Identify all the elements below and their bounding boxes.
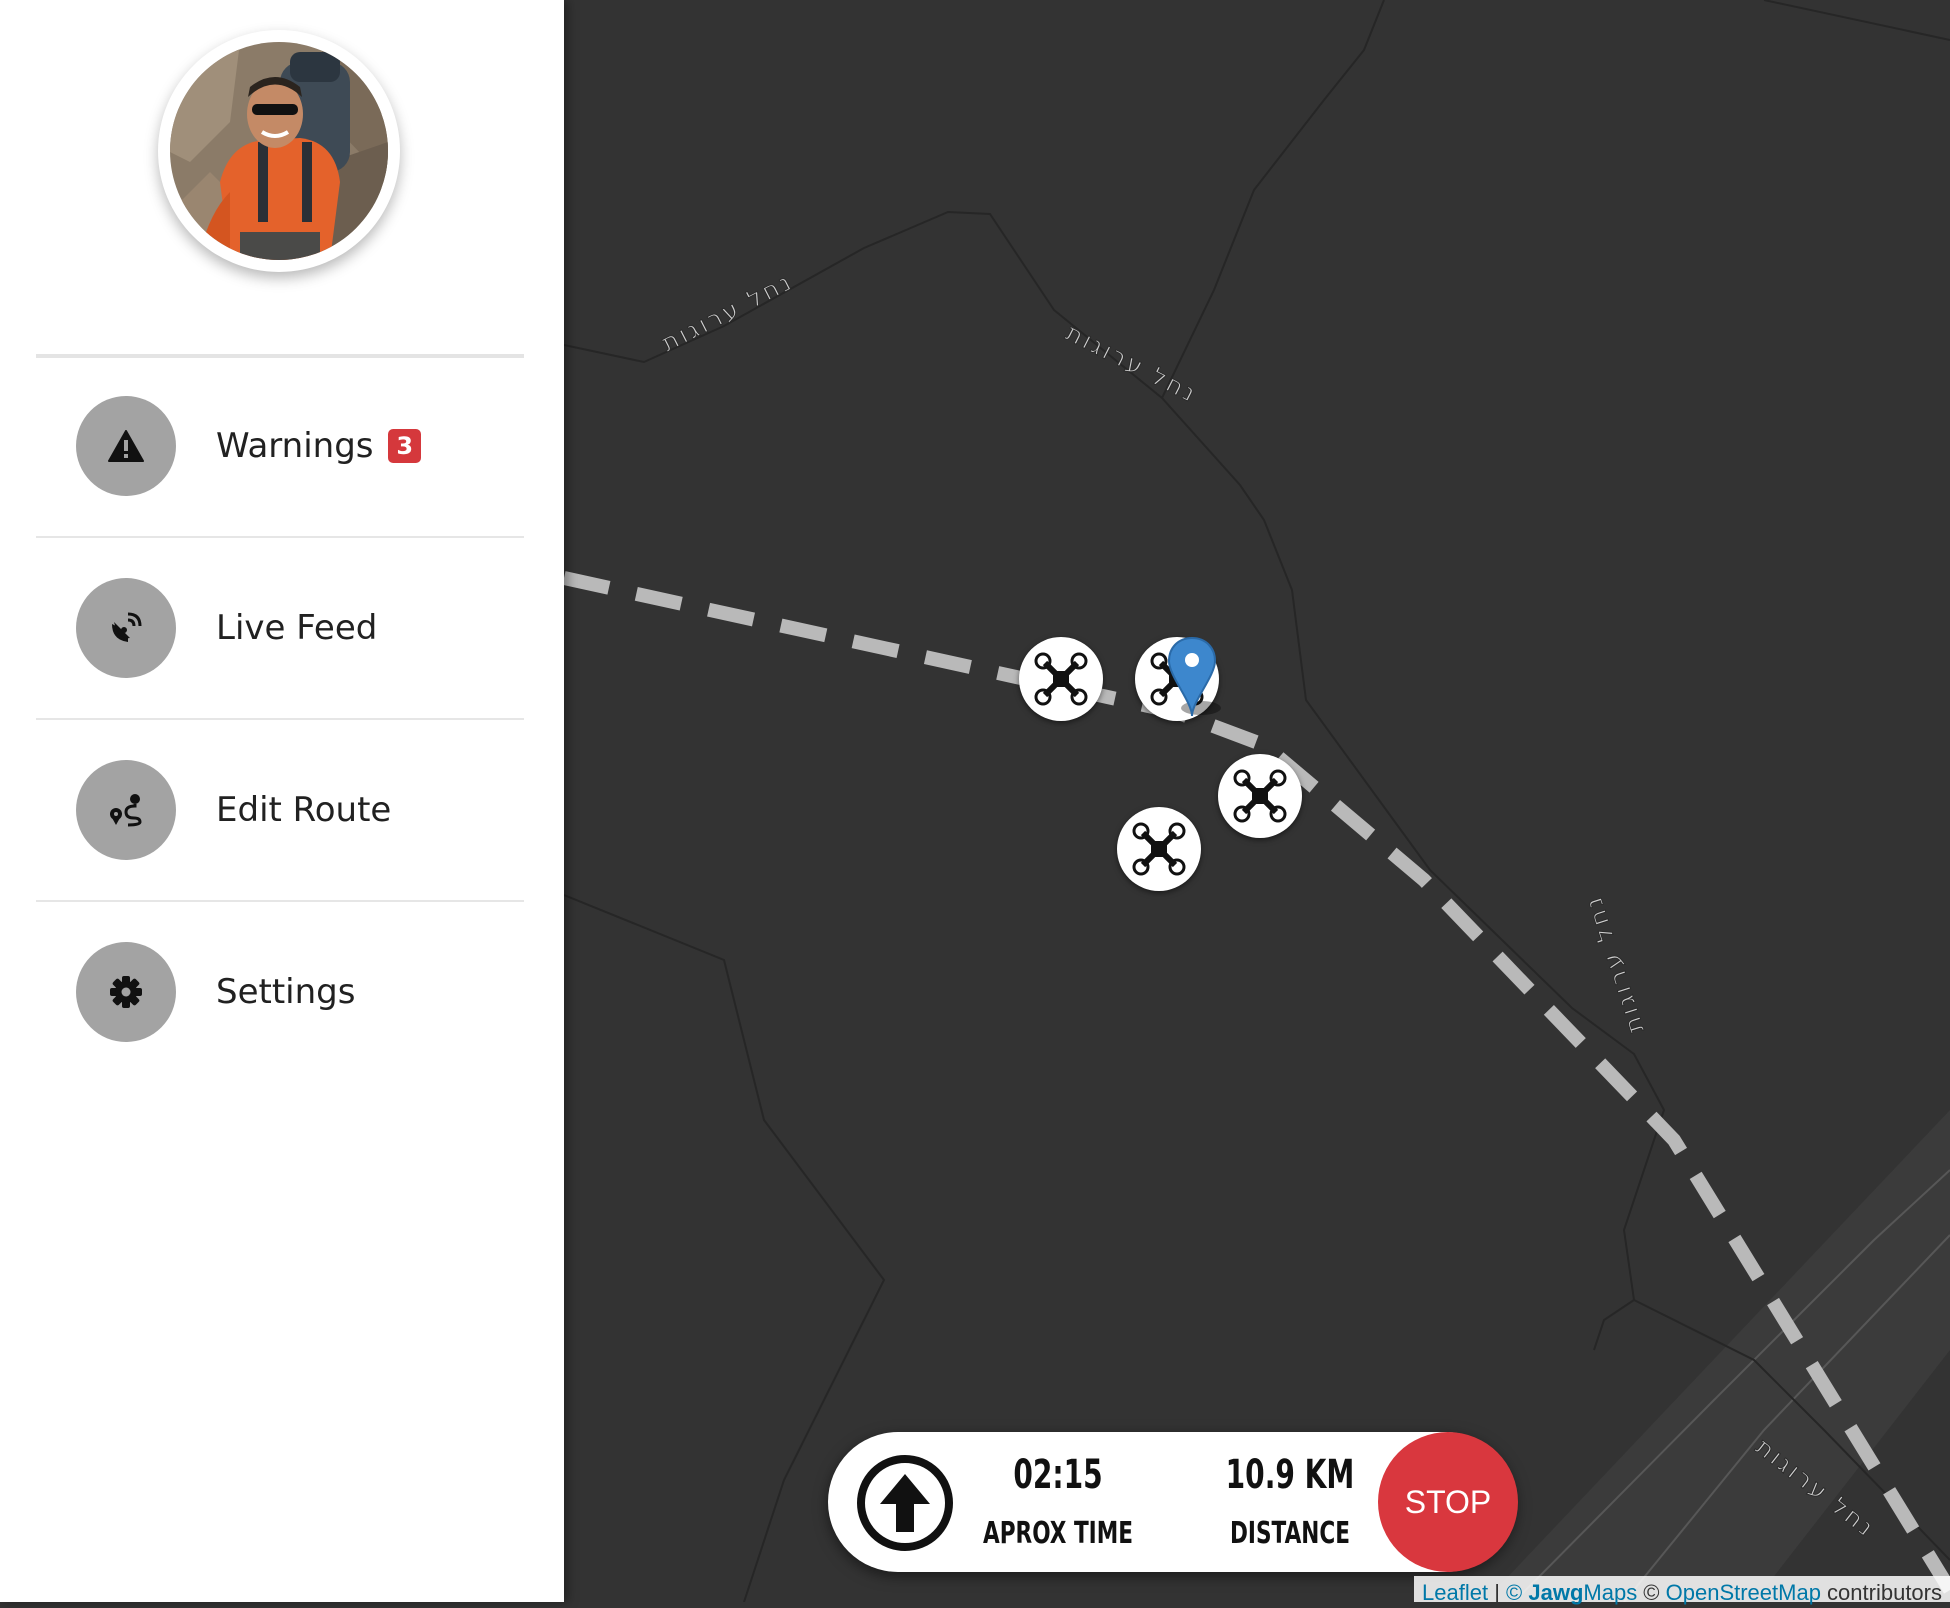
warnings-count-badge: 3 <box>388 428 422 463</box>
map-view[interactable]: נחל ערוגות נחל ערוגות נחל ערוגות נחל ערו… <box>562 0 1950 1603</box>
drone-icon <box>1233 769 1287 823</box>
warnings-label: Warnings <box>216 426 374 466</box>
navigation-panel: 02:15 APROX TIME 10.9 KM DISTANCE STOP <box>828 1432 1518 1572</box>
route-icon <box>76 760 176 860</box>
map-attribution: Leaflet | © JawgMaps © OpenStreetMap con… <box>1414 1576 1950 1605</box>
gear-icon <box>76 942 176 1042</box>
drone-marker[interactable] <box>1019 637 1103 721</box>
menu-item-edit-route[interactable]: Edit Route <box>36 720 524 902</box>
jawg-brand: Jawg <box>1528 1580 1584 1605</box>
drone-icon <box>1132 822 1186 876</box>
osm-copyright: © <box>1637 1580 1666 1605</box>
time-label: APROX TIME <box>983 1516 1133 1551</box>
stop-button[interactable]: STOP <box>1378 1432 1518 1572</box>
drone-marker[interactable] <box>1218 754 1302 838</box>
drone-icon <box>1034 652 1088 706</box>
arrow-up-icon <box>856 1454 954 1556</box>
openstreetmap-link[interactable]: OpenStreetMap <box>1666 1580 1821 1605</box>
distance-label: DISTANCE <box>1230 1516 1350 1551</box>
menu-label-edit-route: Edit Route <box>216 790 392 830</box>
menu-item-warnings[interactable]: Warnings 3 <box>36 356 524 538</box>
attribution-separator: | <box>1488 1580 1507 1605</box>
jawg-maps-text: Maps <box>1583 1580 1638 1605</box>
menu-item-settings[interactable]: Settings <box>36 902 524 1082</box>
drone-marker[interactable] <box>1117 807 1201 891</box>
satellite-dish-icon <box>76 578 176 678</box>
attribution-contributors: contributors <box>1820 1580 1942 1605</box>
menu-label-live-feed: Live Feed <box>216 608 378 648</box>
time-value: 02:15 <box>1013 1452 1103 1498</box>
avatar[interactable] <box>158 30 400 272</box>
map-pin-icon[interactable] <box>1167 636 1221 722</box>
warning-icon <box>76 396 176 496</box>
distance-value: 10.9 KM <box>1225 1452 1355 1498</box>
menu-item-live-feed[interactable]: Live Feed <box>36 538 524 720</box>
jawg-copyright: © <box>1506 1580 1529 1605</box>
sidebar: Warnings 3 Live Feed Edit Route Settings <box>0 0 564 1602</box>
avatar-photo <box>170 42 388 260</box>
menu-label-settings: Settings <box>216 972 356 1012</box>
jawg-maps-link[interactable]: © JawgMaps <box>1506 1580 1637 1605</box>
menu-label-warnings: Warnings 3 <box>216 424 422 468</box>
leaflet-link[interactable]: Leaflet <box>1422 1580 1488 1605</box>
